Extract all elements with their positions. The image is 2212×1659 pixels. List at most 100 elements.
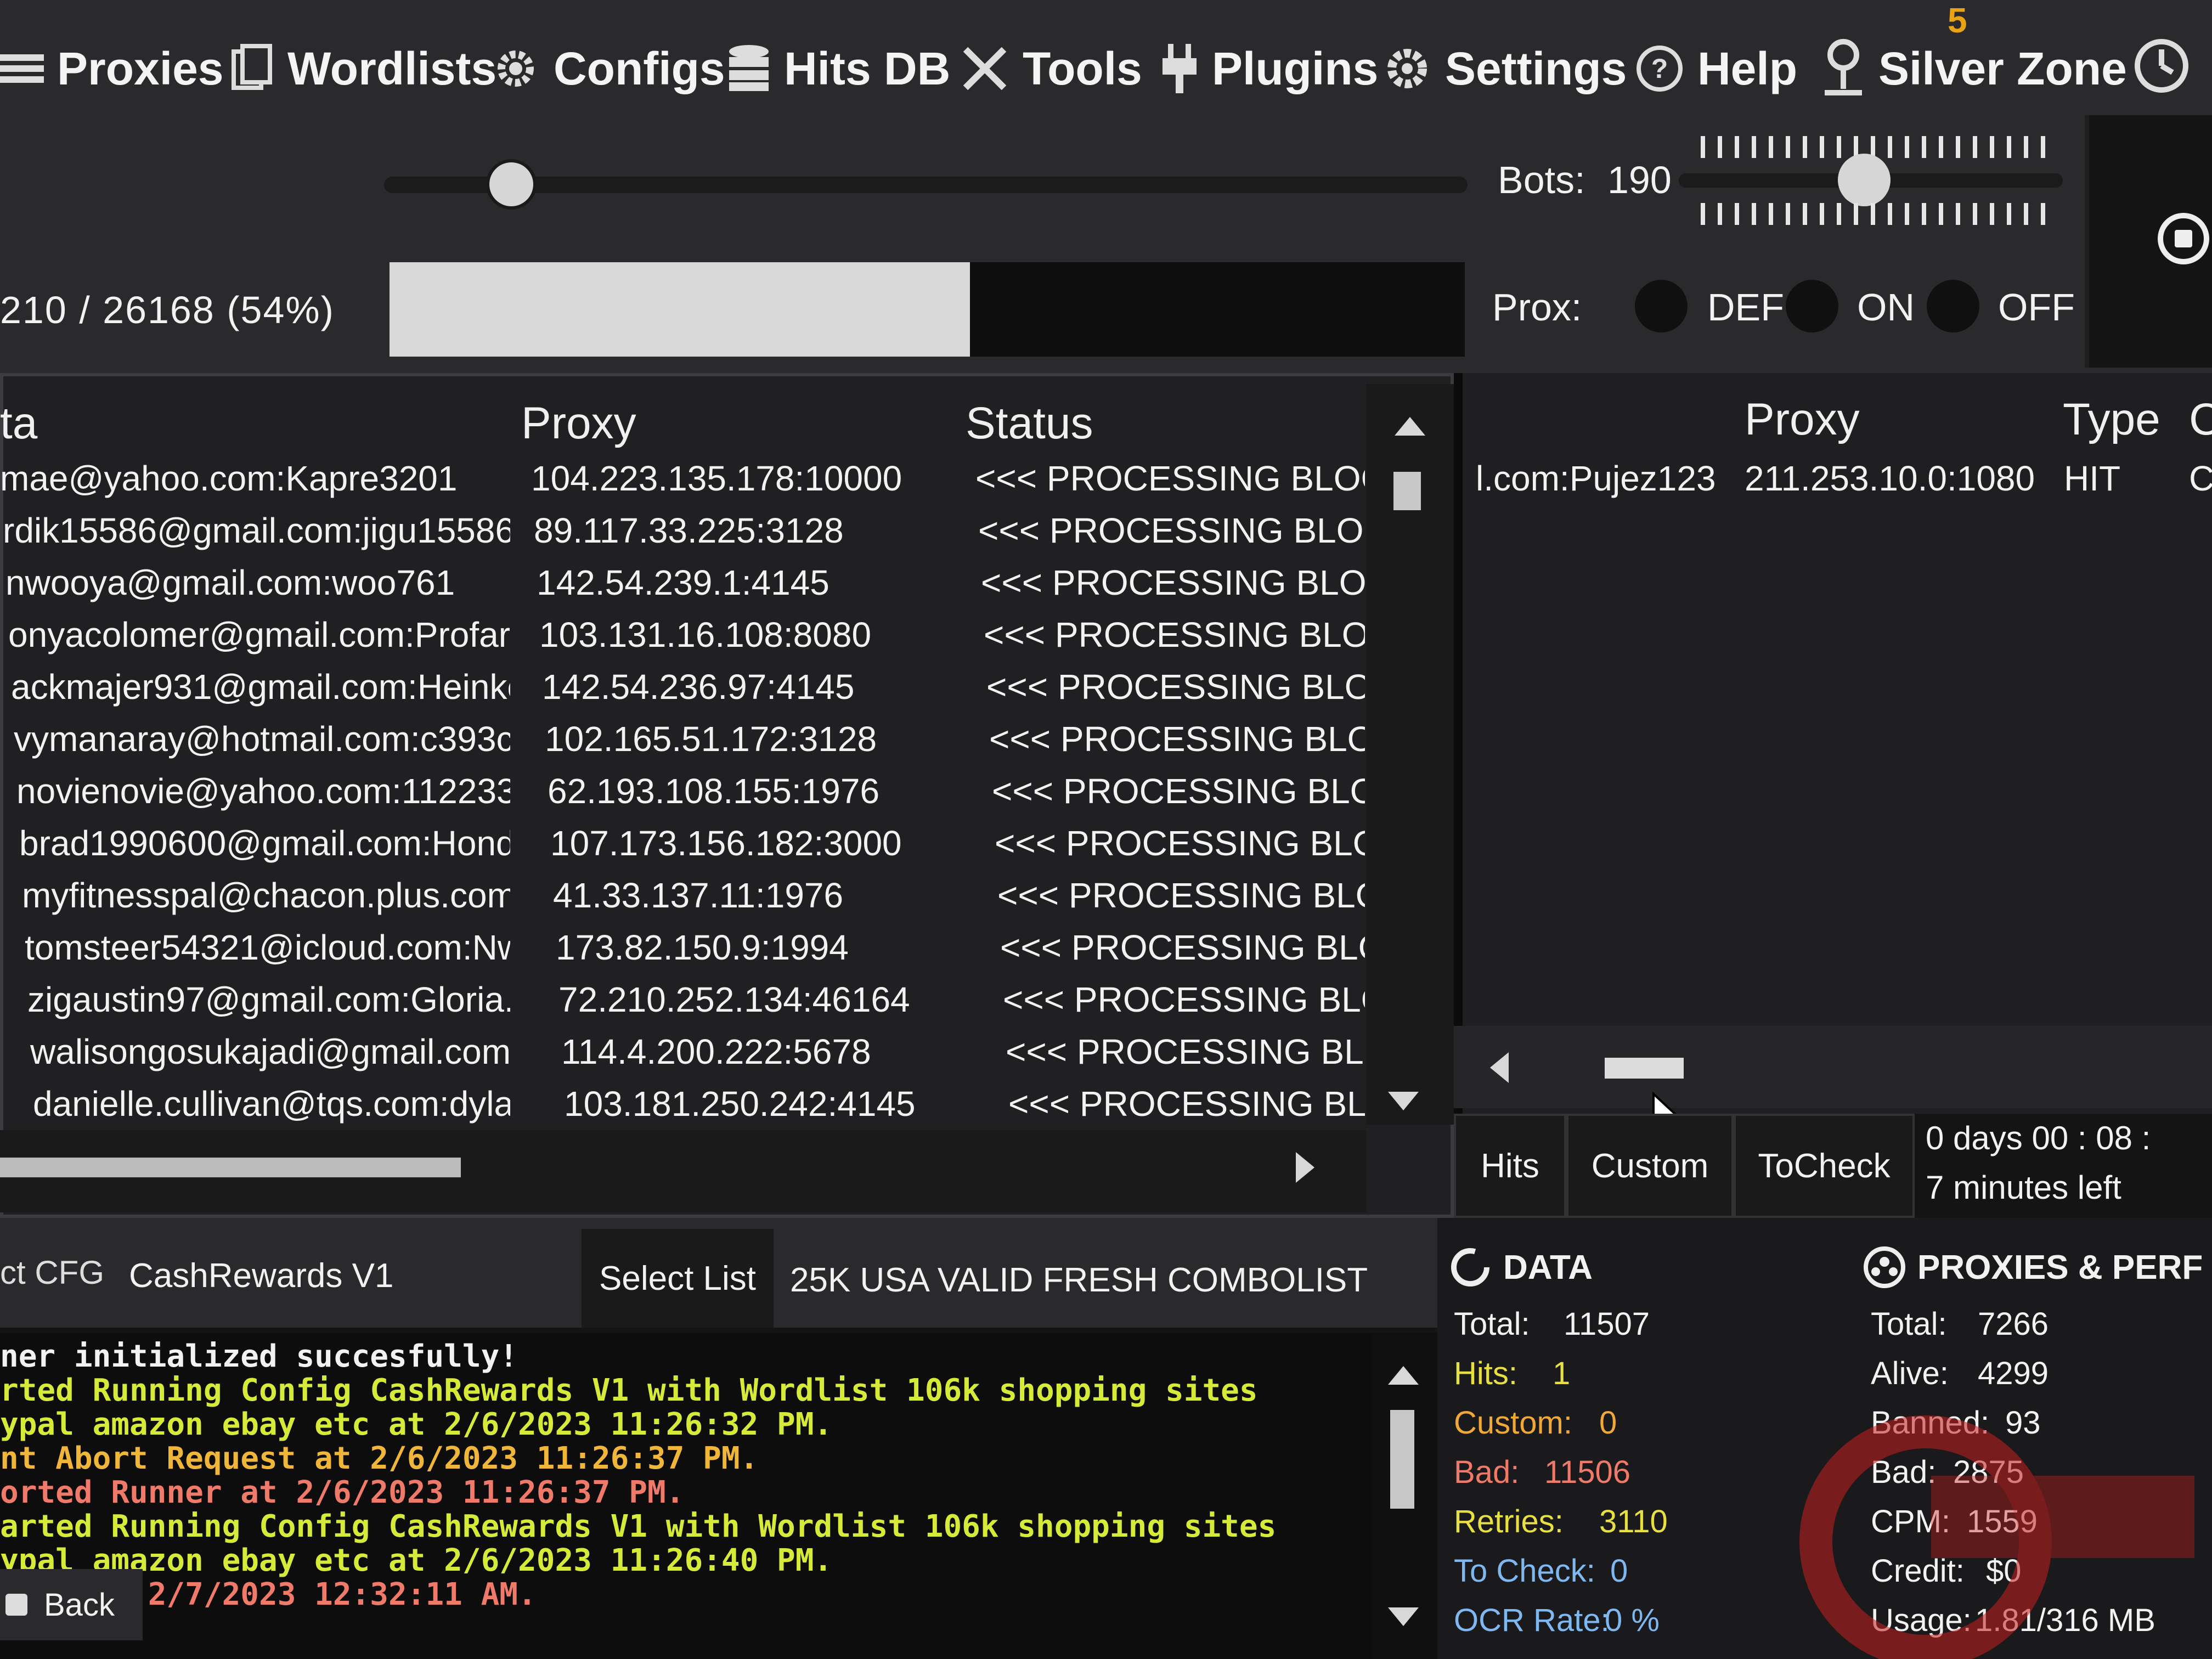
progress-bar xyxy=(390,262,1465,357)
cell-proxy: 103.181.250.242:4145 xyxy=(564,1084,916,1124)
bots-slider-thumb[interactable] xyxy=(1838,154,1891,206)
grid-horizontal-scrollbar[interactable] xyxy=(0,1130,1366,1212)
column-header-proxy[interactable]: Proxy xyxy=(521,398,636,449)
back-button-label: Back xyxy=(44,1587,115,1623)
hits-scroll-left-arrow[interactable] xyxy=(1490,1052,1509,1083)
cell-status: <<< PROCESSING BLOCK xyxy=(986,667,1365,707)
hits-column-extra[interactable]: C xyxy=(2189,394,2212,445)
table-row[interactable]: rdik15586@gmail.com:jigu15586 89.117.33.2… xyxy=(0,510,1366,563)
table-row[interactable]: nwooya@gmail.com:woo761 142.54.239.1:4145… xyxy=(0,562,1366,615)
scroll-up-arrow[interactable] xyxy=(1395,417,1425,436)
prox-radio-def[interactable] xyxy=(1635,280,1688,332)
scroll-thumb[interactable] xyxy=(1393,472,1421,510)
perf-heading-label: PROXIES & PERF xyxy=(1917,1248,2203,1286)
hscroll-thumb[interactable] xyxy=(0,1158,461,1177)
table-row[interactable]: vymanaray@hotmail.com:c393c8 102.165.51.1… xyxy=(0,719,1366,771)
hits-row-type[interactable]: HIT xyxy=(2064,458,2120,499)
table-row[interactable]: danielle.cullivan@tqs.com:dylan200 103.18… xyxy=(0,1084,1366,1136)
nav-silver-zone[interactable]: Silver Zone xyxy=(1821,33,2127,104)
nav-tools[interactable]: Tools xyxy=(960,33,1142,104)
table-row[interactable]: onyacolomer@gmail.com:Profarma 103.131.16… xyxy=(0,614,1366,667)
nav-hits-db[interactable]: Hits DB xyxy=(727,33,950,104)
hits-row-data[interactable]: l.com:Pujez123 xyxy=(1476,458,1716,499)
tab-tocheck[interactable]: ToCheck xyxy=(1734,1114,1915,1218)
nav-proxies[interactable]: Proxies xyxy=(0,33,224,104)
data-stat-label: To Check: xyxy=(1454,1553,1595,1589)
cell-status: <<< PROCESSING BLOCK xyxy=(995,823,1365,863)
log-vertical-scrollbar[interactable] xyxy=(1372,1333,1437,1659)
log-scroll-up-arrow[interactable] xyxy=(1388,1366,1419,1385)
progress-text: 210 / 26168 (54%) xyxy=(0,289,335,331)
table-row[interactable]: walisongosukajadi@gmail.com:Skj_l 114.4.2… xyxy=(0,1031,1366,1084)
plug-icon xyxy=(1163,44,1197,93)
cell-proxy: 114.4.200.222:5678 xyxy=(561,1032,871,1071)
nav-wordlists[interactable]: Wordlists xyxy=(230,33,496,104)
data-stat-value: 0 xyxy=(1610,1553,1628,1589)
prox-radio-off[interactable] xyxy=(1927,280,1979,332)
cell-proxy: 102.165.51.172:3128 xyxy=(545,719,877,759)
cell-proxy: 107.173.156.182:3000 xyxy=(550,823,902,863)
nav-plugins[interactable]: Plugins xyxy=(1160,33,1378,104)
table-row[interactable]: brad1990600@gmail.com:Hondavfr 107.173.15… xyxy=(0,823,1366,876)
timer-days: 0 days 00 : 08 : xyxy=(1926,1120,2151,1156)
nav-silver-zone-label: Silver Zone xyxy=(1878,42,2127,94)
log-scroll-down-arrow[interactable] xyxy=(1388,1607,1419,1626)
hits-hscroll-thumb[interactable] xyxy=(1605,1058,1684,1079)
prox-radio-on[interactable] xyxy=(1786,280,1838,332)
cell-data: nwooya@gmail.com:woo761 xyxy=(5,563,455,602)
nav-settings[interactable]: Settings xyxy=(1383,33,1627,104)
stop-icon[interactable] xyxy=(2156,211,2211,266)
speed-slider-track[interactable] xyxy=(384,177,1468,193)
column-header-status[interactable]: Status xyxy=(966,398,1093,449)
table-row[interactable]: novienovie@yahoo.com:112233 62.193.108.15… xyxy=(0,771,1366,823)
perf-stat-label: Total: xyxy=(1871,1306,1947,1342)
nav-help[interactable]: ? Help xyxy=(1635,33,1797,104)
nav-settings-label: Settings xyxy=(1445,42,1627,94)
nav-wordlists-label: Wordlists xyxy=(287,42,497,94)
nav-configs[interactable]: Configs xyxy=(491,33,725,104)
grid-vertical-scrollbar[interactable] xyxy=(1366,384,1454,1125)
nav-configs-label: Configs xyxy=(554,42,725,94)
data-stat-label: Total: xyxy=(1454,1306,1530,1342)
scroll-right-arrow[interactable] xyxy=(1296,1152,1314,1183)
hits-column-proxy[interactable]: Proxy xyxy=(1745,394,1860,445)
cell-data: danielle.cullivan@tqs.com:dylan200 xyxy=(33,1084,510,1124)
table-row[interactable]: myfitnesspal@chacon.plus.com:ilove 41.33.… xyxy=(0,875,1366,928)
data-stat-label: OCR Rate: xyxy=(1454,1602,1610,1638)
progress-bar-fill xyxy=(390,262,970,357)
history-icon[interactable] xyxy=(2129,33,2194,99)
hits-horizontal-scrollbar[interactable] xyxy=(1454,1026,2212,1108)
table-row[interactable]: mae@yahoo.com:Kapre3201 104.223.135.178:1… xyxy=(0,458,1366,511)
tab-custom[interactable]: Custom xyxy=(1566,1114,1734,1218)
prox-label: Prox: xyxy=(1492,286,1582,329)
back-button[interactable]: Back xyxy=(0,1569,143,1640)
select-list-button[interactable]: Select List xyxy=(582,1229,774,1328)
tools-icon xyxy=(963,47,1007,91)
time-remaining: 0 days 00 : 08 : 7 minutes left xyxy=(1920,1114,2212,1218)
table-row[interactable]: zigaustin97@gmail.com:Gloria.2021 72.210.… xyxy=(0,979,1366,1032)
svg-text:?: ? xyxy=(1651,53,1668,84)
cell-status: <<< PROCESSING BLOCK xyxy=(975,459,1365,498)
speed-slider-thumb[interactable] xyxy=(486,159,537,210)
scroll-down-arrow[interactable] xyxy=(1388,1092,1419,1110)
table-row[interactable]: tomsteer54321@icloud.com:Nwa32 173.82.150… xyxy=(0,927,1366,980)
hits-row-proxy[interactable]: 211.253.10.0:1080 xyxy=(1745,458,2035,499)
prox-radio-def-label: DEF xyxy=(1707,286,1784,329)
hits-column-type[interactable]: Type xyxy=(2063,394,2160,445)
cell-status: <<< PROCESSING BLOCK xyxy=(989,719,1365,759)
cell-status: <<< PROCESSING BLOCK xyxy=(992,771,1365,811)
data-heading-label: DATA xyxy=(1503,1248,1593,1286)
prox-radio-on-label: ON xyxy=(1857,286,1915,329)
column-header-data[interactable]: ta xyxy=(0,398,37,449)
log-line: arted Running Config CashRewards V1 with… xyxy=(0,1509,1277,1544)
select-config-button[interactable]: ct CFG xyxy=(0,1254,104,1291)
log-scroll-thumb[interactable] xyxy=(1390,1410,1414,1509)
table-row[interactable]: ackmajer931@gmail.com:Heinkenw 142.54.236… xyxy=(0,667,1366,719)
log-line: ner initialized succesfully! xyxy=(0,1339,518,1374)
tab-hits[interactable]: Hits xyxy=(1454,1114,1566,1218)
data-stat-value: 11507 xyxy=(1564,1306,1650,1342)
bots-label: Bots: xyxy=(1498,159,1585,201)
cell-proxy: 103.131.16.108:8080 xyxy=(539,615,872,654)
cell-status: <<< PROCESSING BLOCK xyxy=(1006,1032,1365,1071)
hits-row-extra[interactable]: C xyxy=(2189,458,2212,499)
